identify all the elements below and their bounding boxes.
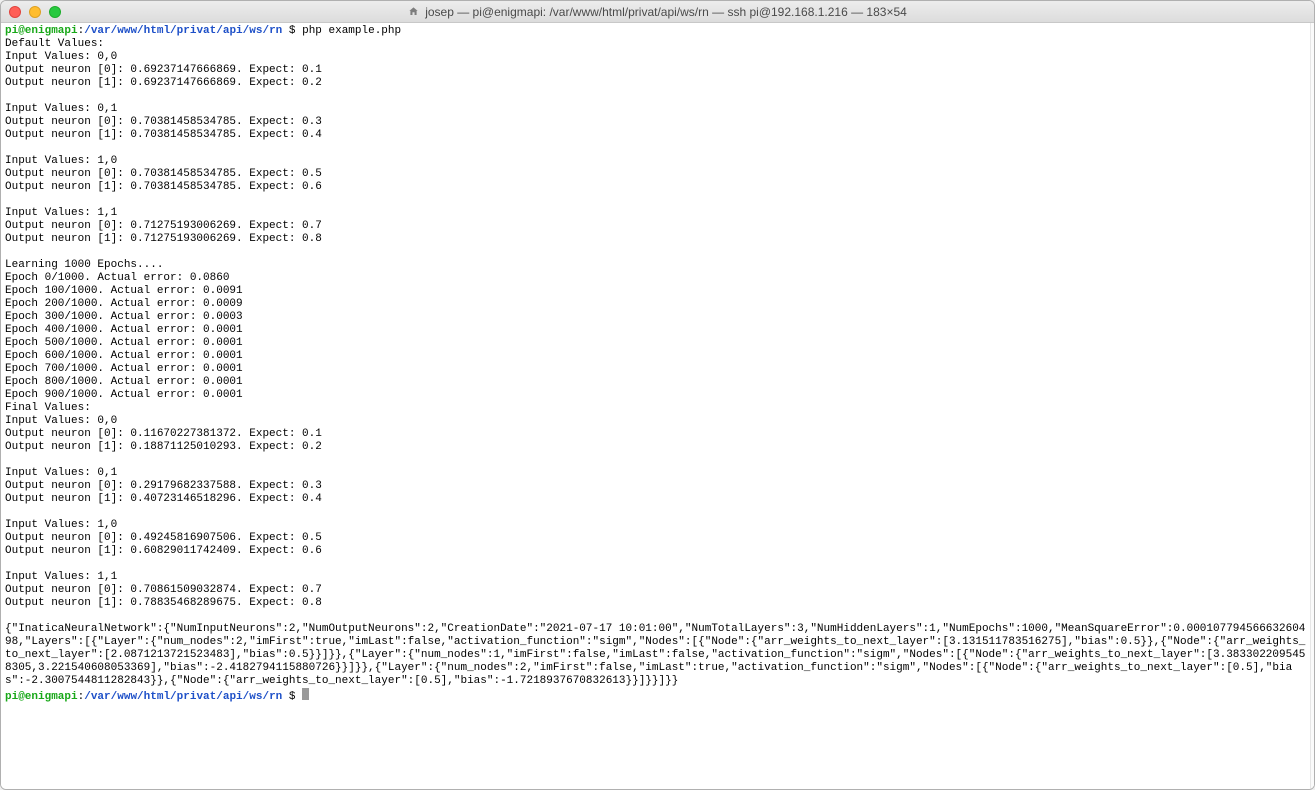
window-title-text: josep — pi@enigmapi: /var/www/html/priva… [425, 5, 907, 19]
home-icon [408, 6, 419, 17]
terminal-window: josep — pi@enigmapi: /var/www/html/priva… [0, 0, 1315, 790]
close-icon[interactable] [9, 6, 21, 18]
prompt-path: /var/www/html/privat/api/ws/rn [84, 25, 282, 37]
prompt-user-host: pi@enigmapi [5, 25, 78, 37]
terminal-output[interactable]: pi@enigmapi:/var/www/html/privat/api/ws/… [1, 23, 1310, 789]
scrollbar[interactable] [1310, 23, 1314, 789]
cursor [302, 688, 309, 700]
prompt-path: /var/www/html/privat/api/ws/rn [84, 691, 282, 703]
minimize-icon[interactable] [29, 6, 41, 18]
scrollbar-up-icon[interactable] [1311, 23, 1314, 38]
entered-command: php example.php [302, 25, 401, 37]
maximize-icon[interactable] [49, 6, 61, 18]
prompt-user-host: pi@enigmapi [5, 691, 78, 703]
terminal-area: pi@enigmapi:/var/www/html/privat/api/ws/… [1, 23, 1314, 789]
window-controls [1, 6, 61, 18]
titlebar[interactable]: josep — pi@enigmapi: /var/www/html/priva… [1, 1, 1314, 23]
window-title: josep — pi@enigmapi: /var/www/html/priva… [1, 1, 1314, 22]
